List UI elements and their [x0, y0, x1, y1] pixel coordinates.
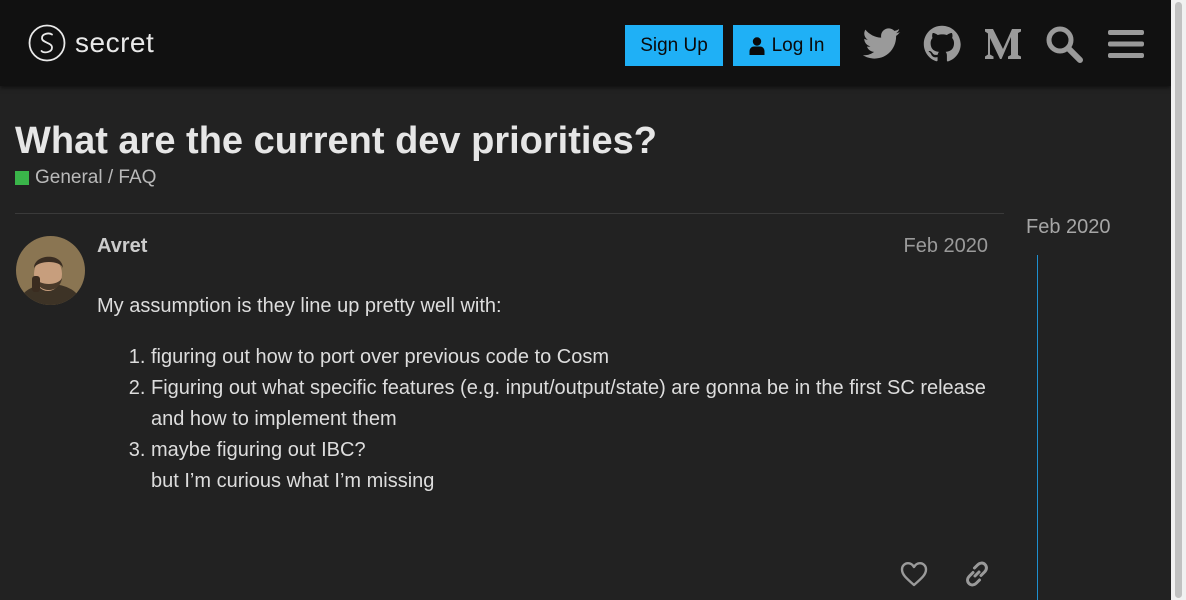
- logo-text: secret: [75, 27, 155, 58]
- site-header: secret Sign Up Log In: [0, 0, 1171, 86]
- scrollbar-thumb[interactable]: [1175, 2, 1182, 598]
- site-logo[interactable]: secret: [28, 24, 154, 62]
- list-item: figuring out how to port over previous c…: [151, 342, 997, 373]
- avatar-image: [16, 236, 85, 305]
- heart-icon: [900, 562, 928, 587]
- search-button[interactable]: [1044, 24, 1084, 64]
- topic-title[interactable]: What are the current dev priorities?: [15, 120, 657, 163]
- timeline-date[interactable]: Feb 2020: [1026, 216, 1111, 239]
- scrollbar[interactable]: [1171, 0, 1186, 600]
- link-icon: [966, 561, 988, 587]
- list-item-continuation: but I’m curious what I’m missing: [151, 470, 435, 492]
- menu-button[interactable]: [1106, 24, 1146, 64]
- priority-list: figuring out how to port over previous c…: [97, 342, 997, 497]
- post-intro: My assumption is they line up pretty wel…: [97, 295, 502, 317]
- sign-up-button[interactable]: Sign Up: [625, 25, 723, 66]
- user-icon: [749, 36, 765, 55]
- list-item: Figuring out what specific features (e.g…: [151, 373, 997, 435]
- list-item-text: maybe figuring out IBC?: [151, 439, 366, 461]
- medium-link[interactable]: [983, 24, 1023, 64]
- twitter-link[interactable]: [862, 24, 902, 64]
- category-color-swatch: [15, 171, 29, 185]
- github-link[interactable]: [922, 24, 962, 64]
- secret-logo-icon: [28, 24, 66, 62]
- hamburger-menu-icon: [1108, 30, 1144, 58]
- topic-divider: [15, 213, 1004, 214]
- post-body: My assumption is they line up pretty wel…: [97, 291, 997, 497]
- post-date[interactable]: Feb 2020: [903, 235, 988, 258]
- category-label: General / FAQ: [35, 167, 157, 188]
- avatar[interactable]: [16, 236, 85, 305]
- twitter-icon: [863, 28, 901, 59]
- list-item: maybe figuring out IBC? but I’m curious …: [151, 435, 997, 497]
- log-in-label: Log In: [771, 34, 825, 56]
- like-button[interactable]: [898, 558, 930, 590]
- category-badge[interactable]: General / FAQ: [15, 167, 156, 189]
- medium-icon: [985, 29, 1021, 59]
- log-in-button[interactable]: Log In: [733, 25, 840, 66]
- timeline-scroller-line[interactable]: [1037, 255, 1038, 600]
- share-link-button[interactable]: [961, 558, 993, 590]
- search-icon: [1046, 26, 1083, 63]
- github-icon: [923, 25, 961, 62]
- post-username[interactable]: Avret: [97, 235, 147, 258]
- page: secret Sign Up Log In What are the curre…: [0, 0, 1171, 600]
